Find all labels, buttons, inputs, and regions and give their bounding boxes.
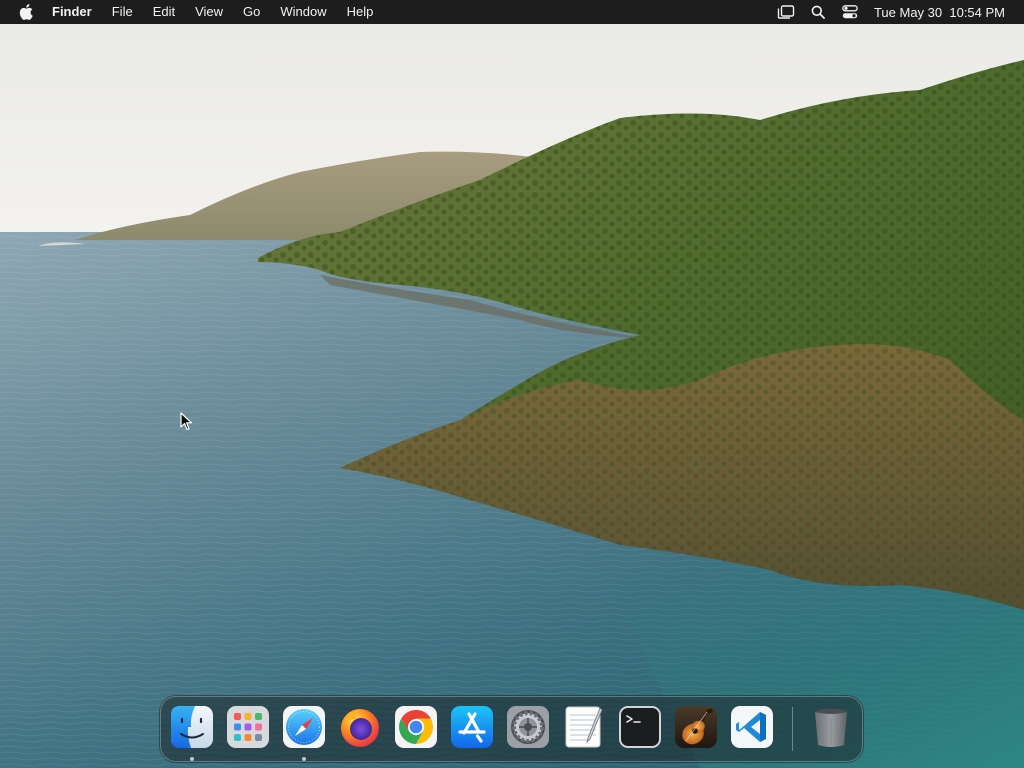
menu-app-finder[interactable]: Finder bbox=[42, 0, 102, 24]
chrome-icon bbox=[395, 706, 437, 748]
mouse-pointer-icon bbox=[180, 412, 193, 431]
menu-edit[interactable]: Edit bbox=[143, 0, 185, 24]
search-icon[interactable] bbox=[808, 0, 828, 24]
apple-logo-icon bbox=[19, 4, 33, 20]
dock-divider bbox=[792, 707, 793, 751]
app-store-icon bbox=[451, 706, 493, 748]
apple-menu-button[interactable] bbox=[18, 0, 34, 24]
control-center-icon[interactable] bbox=[840, 0, 860, 24]
dock-app-garageband[interactable] bbox=[674, 705, 718, 749]
menu-bar-clock[interactable]: Tue May 30 10:54 PM bbox=[872, 5, 1024, 20]
dock-app-finder[interactable] bbox=[170, 705, 214, 749]
safari-icon bbox=[283, 706, 325, 748]
menu-bar-status-area: Tue May 30 10:54 PM bbox=[776, 0, 1024, 24]
dock-app-safari[interactable] bbox=[282, 705, 326, 749]
trash-icon bbox=[815, 708, 847, 747]
dock-app-vscode[interactable] bbox=[730, 705, 774, 749]
menu-bar: Finder File Edit View Go Window Help Tue… bbox=[0, 0, 1024, 24]
dock-app-firefox[interactable] bbox=[338, 705, 382, 749]
menu-help[interactable]: Help bbox=[337, 0, 384, 24]
finder-running-indicator bbox=[190, 757, 194, 761]
garageband-icon bbox=[675, 706, 717, 748]
stage-manager-icon[interactable] bbox=[776, 0, 796, 24]
desktop[interactable]: Finder File Edit View Go Window Help Tue… bbox=[0, 0, 1024, 768]
vscode-icon bbox=[731, 706, 773, 748]
dock-app-launchpad[interactable] bbox=[226, 705, 270, 749]
dock-app-textedit[interactable] bbox=[562, 705, 606, 749]
dock bbox=[160, 696, 863, 762]
textedit-icon bbox=[565, 706, 603, 748]
terminal-icon bbox=[619, 706, 661, 748]
launchpad-icon bbox=[227, 706, 269, 748]
dock-app-system-settings[interactable] bbox=[506, 705, 550, 749]
finder-icon bbox=[171, 706, 213, 748]
dock-app-chrome[interactable] bbox=[394, 705, 438, 749]
menu-go[interactable]: Go bbox=[233, 0, 270, 24]
desktop-wallpaper bbox=[0, 0, 1024, 768]
menu-file[interactable]: File bbox=[102, 0, 143, 24]
firefox-icon bbox=[341, 709, 379, 747]
dock-app-app-store[interactable] bbox=[450, 705, 494, 749]
menu-view[interactable]: View bbox=[185, 0, 233, 24]
menu-window[interactable]: Window bbox=[270, 0, 336, 24]
system-settings-icon bbox=[507, 706, 549, 748]
dock-app-terminal[interactable] bbox=[618, 705, 662, 749]
dock-trash[interactable] bbox=[809, 705, 853, 749]
safari-running-indicator bbox=[302, 757, 306, 761]
